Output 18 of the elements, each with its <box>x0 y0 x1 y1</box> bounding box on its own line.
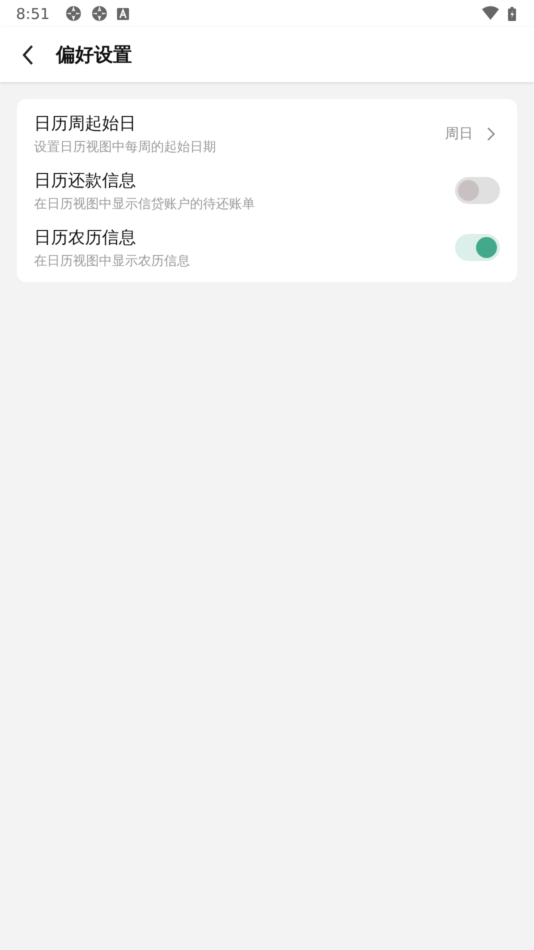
status-time: 8:51 <box>16 4 50 22</box>
setting-title: 日历周起始日 <box>34 112 137 134</box>
toggle-switch[interactable] <box>455 234 500 261</box>
back-icon[interactable] <box>22 44 34 64</box>
setting-description: 在日历视图中显示农历信息 <box>34 252 191 270</box>
page-title: 偏好设置 <box>56 42 132 68</box>
keyboard-icon <box>116 8 129 20</box>
aperture-icon <box>90 5 108 22</box>
wifi-icon <box>482 5 499 22</box>
setting-title: 日历农历信息 <box>34 226 137 248</box>
aperture-icon <box>64 5 82 22</box>
setting-value: 周日 <box>445 124 473 142</box>
chevron-right-icon[interactable] <box>487 126 495 140</box>
setting-description: 在日历视图中显示信贷账户的待还账单 <box>34 196 256 212</box>
toggle-switch[interactable] <box>455 177 500 204</box>
setting-description: 设置日历视图中每周的起始日期 <box>34 138 217 156</box>
battery-icon <box>508 6 516 20</box>
setting-title: 日历还款信息 <box>34 170 137 192</box>
